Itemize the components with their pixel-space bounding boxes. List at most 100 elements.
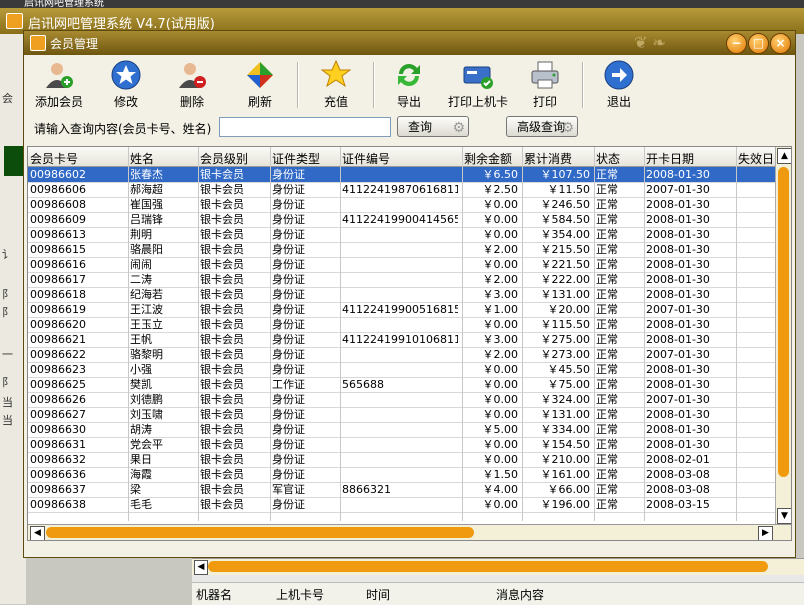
minimize-button[interactable]: −: [726, 33, 747, 54]
table-row[interactable]: 00986627 刘玉啸 银卡会员 身份证 ￥0.00 ￥131.00 正常 2008-01-…: [28, 407, 775, 423]
table-row[interactable]: 00986617 二涛 银卡会员 身份证 ￥2.00 ￥222.00 正常 2008-01-3…: [28, 272, 775, 288]
table-row[interactable]: 00986616 闹闹 银卡会员 身份证 ￥0.00 ￥221.50 正常 2008-01-3…: [28, 257, 775, 273]
column-header-status[interactable]: 状态: [596, 150, 644, 166]
print-card-button[interactable]: 打印上机卡: [446, 60, 510, 112]
cell-open-date: 2008-03-08: [646, 468, 710, 481]
table-row[interactable]: 00986632 果日 银卡会员 身份证 ￥0.00 ￥210.00 正常 2008-02-0…: [28, 452, 775, 468]
scroll-thumb[interactable]: [46, 527, 474, 538]
cell-name: 刘德鹏: [130, 393, 163, 406]
recharge-button[interactable]: 充值: [318, 59, 354, 112]
col-header[interactable]: 机器名: [196, 586, 232, 603]
cell-id-type: 身份证: [272, 498, 305, 511]
cell-balance: ￥0.00: [482, 498, 519, 511]
delete-button[interactable]: 删除: [174, 60, 210, 112]
print-button[interactable]: 打印: [527, 60, 563, 112]
cell-id-number: [342, 287, 458, 302]
query-button[interactable]: 查询 ⚙: [397, 116, 469, 137]
scroll-left-icon[interactable]: ◀: [194, 560, 208, 575]
column-header-card-no[interactable]: 会员卡号: [30, 150, 128, 166]
table-row[interactable]: 00986602 张春杰 银卡会员 身份证 ￥6.50 ￥107.50 正常 2008-01-…: [28, 167, 775, 183]
table-row[interactable]: 00986625 樊凯 银卡会员 工作证 565688 ￥0.00 ￥75.00 正常 2008…: [28, 377, 775, 393]
cell-level: 银卡会员: [200, 483, 244, 496]
exit-button[interactable]: 退出: [601, 60, 637, 112]
table-row[interactable]: 00986609 吕瑞锋 银卡会员 身份证 411224199004145654 ￥0.0…: [28, 212, 775, 228]
cell-balance: ￥0.00: [482, 393, 519, 406]
close-button[interactable]: ×: [770, 33, 791, 54]
column-header-level[interactable]: 会员级别: [200, 150, 270, 166]
message-panel-hscroll[interactable]: ◀: [192, 558, 804, 575]
scroll-left-icon[interactable]: ◀: [30, 526, 45, 540]
cell-expire-date: [738, 437, 774, 452]
scroll-right-icon[interactable]: ▶: [758, 526, 773, 540]
maximize-button[interactable]: □: [748, 33, 769, 54]
table-row[interactable]: 00986637 梁 银卡会员 军官证 8866321 ￥4.00 ￥66.00 正常 2008…: [28, 482, 775, 498]
cell-name: 刘玉啸: [130, 408, 163, 421]
table-row[interactable]: 00986608 崔国强 银卡会员 身份证 ￥0.00 ￥246.50 正常 2008-01-…: [28, 197, 775, 213]
table-row[interactable]: 00986615 骆晨阳 银卡会员 身份证 ￥2.00 ￥215.50 正常 2008-01-…: [28, 242, 775, 258]
refresh-button[interactable]: 刷新: [242, 60, 278, 112]
search-input[interactable]: [219, 117, 391, 137]
toolbar-label: 退出: [606, 95, 631, 109]
column-header-name[interactable]: 姓名: [130, 150, 198, 166]
export-button[interactable]: 导出: [391, 60, 427, 112]
cell-status: 正常: [596, 438, 618, 451]
table-row[interactable]: 00986619 王江波 银卡会员 身份证 411224199005168153 ￥1.0…: [28, 302, 775, 318]
cell-status: 正常: [596, 453, 618, 466]
table-row[interactable]: 00986638 毛毛 银卡会员 身份证 ￥0.00 ￥196.00 正常 2008-03-1…: [28, 497, 775, 513]
add-member-button[interactable]: 添加会员: [32, 60, 86, 112]
gear-icon: ⚙: [561, 120, 574, 136]
cell-name: 郝海超: [130, 183, 163, 196]
cell-total-spent: ￥66.00: [547, 483, 591, 496]
cell-card-no: 00986619: [30, 303, 86, 316]
dialog-title-bar[interactable]: 会员管理 ❦ ❧ − □ ×: [24, 31, 795, 55]
cell-status: 正常: [596, 348, 618, 361]
cell-total-spent: ￥161.00: [540, 468, 591, 481]
table-row[interactable]: 00986620 王玉立 银卡会员 身份证 ￥0.00 ￥115.50 正常 2008-01-…: [28, 317, 775, 333]
edit-button[interactable]: 修改: [108, 60, 144, 112]
horizontal-scrollbar[interactable]: ◀ ▶: [28, 524, 791, 540]
cell-id-number: [342, 362, 458, 377]
cell-level: 银卡会员: [200, 243, 244, 256]
scroll-thumb[interactable]: [778, 167, 789, 477]
column-header-id-number[interactable]: 证件编号: [342, 150, 462, 166]
column-header-balance[interactable]: 剩余金额: [464, 150, 522, 166]
table-row[interactable]: 00986623 小强 银卡会员 身份证 ￥0.00 ￥45.50 正常 2008-01-30: [28, 362, 775, 378]
vertical-scrollbar[interactable]: ▲ ▼: [775, 147, 791, 524]
cell-level: 银卡会员: [200, 363, 244, 376]
scroll-thumb[interactable]: [208, 561, 768, 572]
scroll-up-icon[interactable]: ▲: [777, 148, 791, 164]
column-header-total-spent[interactable]: 累计消费: [524, 150, 594, 166]
table-row[interactable]: 00986630 胡涛 银卡会员 身份证 ￥5.00 ￥334.00 正常 2008-01-3…: [28, 422, 775, 438]
cell-id-type: 身份证: [272, 273, 305, 286]
column-header-open-date[interactable]: 开卡日期: [646, 150, 736, 166]
table-row[interactable]: 00986621 王帆 银卡会员 身份证 41122419910106811X ￥3.00…: [28, 332, 775, 348]
toolbar-label: 删除: [179, 95, 204, 109]
table-row[interactable]: 00986636 海霞 银卡会员 身份证 ￥1.50 ￥161.00 正常 2008-03-0…: [28, 467, 775, 483]
table-row[interactable]: 00986618 纪海若 银卡会员 身份证 ￥3.00 ￥131.00 正常 2008-01-…: [28, 287, 775, 303]
table-row[interactable]: 00986622 骆黎明 银卡会员 身份证 ￥2.00 ￥273.00 正常 2007-01-…: [28, 347, 775, 363]
cell-id-type: 身份证: [272, 453, 305, 466]
cell-expire-date: [738, 377, 774, 392]
cell-open-date: 2008-01-30: [646, 168, 710, 181]
cell-status: 正常: [596, 333, 618, 346]
table-row[interactable]: 00986606 郝海超 银卡会员 身份证 411224198706168119 ￥2.5…: [28, 182, 775, 198]
table-row[interactable]: 00986626 刘德鹏 银卡会员 身份证 ￥0.00 ￥324.00 正常 2007-01-…: [28, 392, 775, 408]
col-header[interactable]: 时间: [366, 586, 390, 603]
cell-card-no: 00986609: [30, 213, 86, 226]
cell-open-date: 2008-01-30: [646, 198, 710, 211]
col-header[interactable]: 消息内容: [496, 586, 544, 603]
cell-id-type: 身份证: [272, 318, 305, 331]
col-header[interactable]: 上机卡号: [276, 586, 324, 603]
cell-id-type: 身份证: [272, 258, 305, 271]
left-fragment: 阝: [2, 376, 13, 389]
column-header-id-type[interactable]: 证件类型: [272, 150, 340, 166]
column-header-expire-date[interactable]: 失效日: [738, 150, 778, 166]
table-row[interactable]: 00986631 党会平 银卡会员 身份证 ￥0.00 ￥154.50 正常 2008-01-…: [28, 437, 775, 453]
cell-name: 樊凯: [130, 378, 152, 391]
left-fragment: 会: [2, 92, 13, 105]
scroll-down-icon[interactable]: ▼: [777, 508, 791, 524]
cell-expire-date: [738, 452, 774, 467]
advanced-query-button[interactable]: 高级查询 ⚙: [506, 116, 578, 137]
table-row[interactable]: 00986613 荆明 银卡会员 身份证 ￥0.00 ￥354.00 正常 2008-01-3…: [28, 227, 775, 243]
cell-open-date: 2007-01-30: [646, 303, 710, 316]
